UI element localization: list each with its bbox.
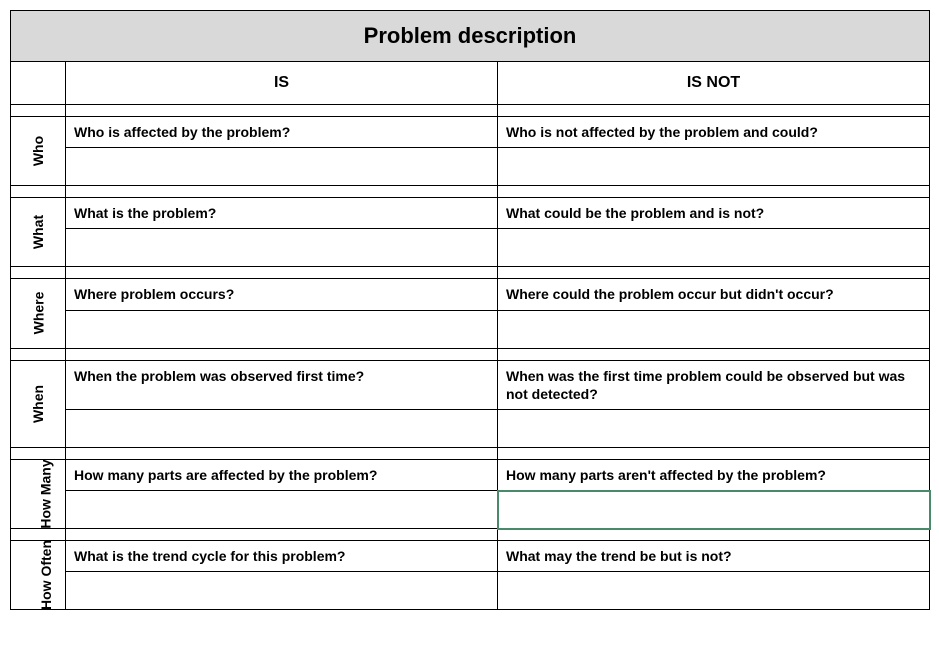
- isnot-question: How many parts aren't affected by the pr…: [498, 459, 930, 490]
- table-row: WhereWhere problem occurs?Where could th…: [11, 279, 930, 310]
- header-is: IS: [66, 62, 498, 105]
- table-row: [11, 572, 930, 610]
- row-label: How Many: [11, 459, 66, 528]
- table-title: Problem description: [11, 11, 930, 62]
- isnot-answer-cell[interactable]: [498, 491, 930, 529]
- isnot-answer-cell[interactable]: [498, 572, 930, 610]
- table-row: How OftenWhat is the trend cycle for thi…: [11, 541, 930, 572]
- row-label-text: How Often: [38, 540, 54, 610]
- row-label-text: Where: [30, 292, 46, 335]
- table-row: WhoWho is affected by the problem?Who is…: [11, 117, 930, 148]
- table-row: WhenWhen the problem was observed first …: [11, 360, 930, 409]
- is-question: What is the problem?: [66, 198, 498, 229]
- is-answer-cell[interactable]: [66, 491, 498, 529]
- isnot-question: Where could the problem occur but didn't…: [498, 279, 930, 310]
- is-answer-cell[interactable]: [66, 229, 498, 267]
- row-label: How Often: [11, 541, 66, 610]
- row-label-text: Who: [30, 136, 46, 166]
- problem-description-table: Problem description IS IS NOT WhoWho is …: [10, 10, 930, 610]
- isnot-question: When was the first time problem could be…: [498, 360, 930, 409]
- row-label: What: [11, 198, 66, 267]
- section-gap: [11, 529, 930, 541]
- section-gap: [11, 267, 930, 279]
- row-label: Who: [11, 117, 66, 186]
- row-label-text: How Many: [38, 459, 54, 528]
- section-gap: [11, 186, 930, 198]
- is-question: Where problem occurs?: [66, 279, 498, 310]
- section-gap: [11, 348, 930, 360]
- is-question: Who is affected by the problem?: [66, 117, 498, 148]
- table-row: [11, 229, 930, 267]
- isnot-answer-cell[interactable]: [498, 148, 930, 186]
- row-label: Where: [11, 279, 66, 348]
- row-label: When: [11, 360, 66, 447]
- row-label-text: What: [30, 215, 46, 249]
- isnot-question: What may the trend be but is not?: [498, 541, 930, 572]
- table-row: [11, 148, 930, 186]
- isnot-question: What could be the problem and is not?: [498, 198, 930, 229]
- is-question: How many parts are affected by the probl…: [66, 459, 498, 490]
- is-question: What is the trend cycle for this problem…: [66, 541, 498, 572]
- table-row: [11, 491, 930, 529]
- row-label-text: When: [30, 385, 46, 423]
- table-row: [11, 310, 930, 348]
- is-answer-cell[interactable]: [66, 148, 498, 186]
- header-blank: [11, 62, 66, 105]
- is-answer-cell[interactable]: [66, 409, 498, 447]
- is-question: When the problem was observed first time…: [66, 360, 498, 409]
- header-isnot: IS NOT: [498, 62, 930, 105]
- is-answer-cell[interactable]: [66, 310, 498, 348]
- is-answer-cell[interactable]: [66, 572, 498, 610]
- table-row: [11, 409, 930, 447]
- isnot-answer-cell[interactable]: [498, 229, 930, 267]
- section-gap: [11, 447, 930, 459]
- table-row: WhatWhat is the problem?What could be th…: [11, 198, 930, 229]
- isnot-answer-cell[interactable]: [498, 409, 930, 447]
- section-gap: [11, 105, 930, 117]
- isnot-answer-cell[interactable]: [498, 310, 930, 348]
- table-row: How ManyHow many parts are affected by t…: [11, 459, 930, 490]
- isnot-question: Who is not affected by the problem and c…: [498, 117, 930, 148]
